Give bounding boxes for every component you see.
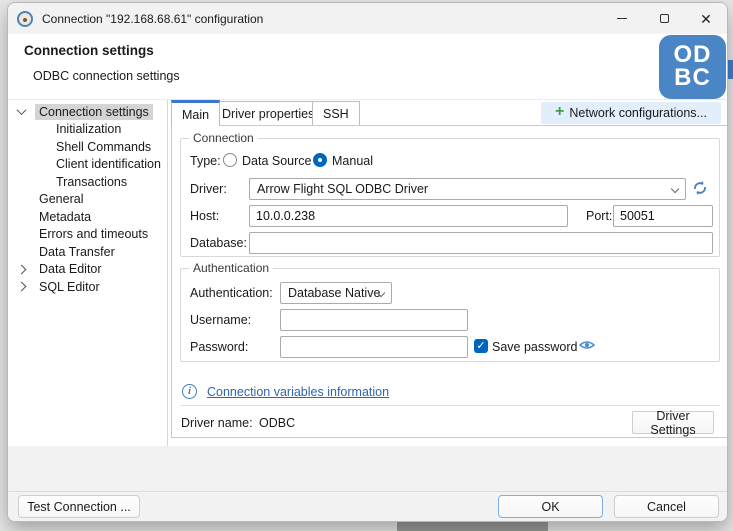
refresh-driver-icon[interactable] [691, 179, 709, 197]
username-label: Username: [190, 313, 251, 327]
database-label: Database: [190, 236, 247, 250]
save-password-checkbox[interactable]: ✓ [474, 339, 488, 353]
main-tab-panel: Connection Type: Data Source Manual Driv… [171, 125, 728, 438]
variables-link-row: i Connection variables information [182, 384, 389, 399]
connection-group: Connection Type: Data Source Manual Driv… [180, 138, 720, 257]
radio-manual[interactable] [313, 153, 327, 167]
save-password-label[interactable]: Save password [492, 340, 577, 354]
sidebar-item-initialization[interactable]: Initialization [8, 121, 167, 139]
password-reveal-icon[interactable] [578, 337, 596, 353]
tree-item-label: SQL Editor [35, 279, 104, 295]
authentication-group: Authentication Authentication: Database … [180, 268, 720, 362]
tree-item-label: Data Editor [35, 261, 106, 277]
cancel-button[interactable]: Cancel [614, 495, 719, 518]
tab-label: SSH [323, 107, 349, 121]
driver-combo[interactable]: Arrow Flight SQL ODBC Driver [249, 178, 686, 200]
close-icon: ✕ [700, 12, 712, 26]
driver-name-label: Driver name: [181, 416, 253, 430]
sidebar-item-transactions[interactable]: Transactions [8, 173, 167, 191]
connection-configuration-dialog: Connection "192.168.68.61" configuration… [7, 2, 728, 522]
tree-item-label: Data Transfer [35, 244, 119, 260]
port-label: Port: [586, 209, 612, 223]
tab-driver-properties[interactable]: Driver properties [211, 101, 325, 125]
host-label: Host: [190, 209, 219, 223]
sidebar-divider [167, 100, 168, 446]
background-artifact [397, 522, 548, 531]
tree-item-label: General [35, 191, 87, 207]
dialog-footer: Test Connection ... OK Cancel [8, 446, 727, 522]
panel-divider [180, 405, 720, 406]
network-configurations-button[interactable]: + Network configurations... [541, 102, 721, 124]
database-input[interactable] [249, 232, 713, 254]
sidebar-item-connection-settings[interactable]: Connection settings [8, 103, 167, 121]
sidebar-item-errors-and-timeouts[interactable]: Errors and timeouts [8, 226, 167, 244]
tab-label: Main [182, 108, 209, 122]
driver-name-value: ODBC [259, 416, 295, 430]
ok-button[interactable]: OK [498, 495, 603, 518]
radio-manual-label[interactable]: Manual [332, 154, 373, 168]
connection-variables-link[interactable]: Connection variables information [207, 385, 389, 399]
tree-item-label: Transactions [52, 174, 131, 190]
password-input[interactable] [280, 336, 468, 358]
authentication-combo-value: Database Native [288, 286, 380, 300]
test-connection-button[interactable]: Test Connection ... [18, 495, 140, 518]
title-bar[interactable]: Connection "192.168.68.61" configuration… [8, 3, 727, 34]
radio-data-source-label[interactable]: Data Source [242, 154, 311, 168]
authentication-label: Authentication: [190, 286, 273, 300]
dbeaver-app-icon [17, 11, 33, 27]
chevron-collapsed-icon[interactable] [17, 264, 27, 274]
driver-combo-value: Arrow Flight SQL ODBC Driver [257, 182, 428, 196]
tree-item-label: Errors and timeouts [35, 226, 152, 242]
odbc-logo-line2: BC [674, 67, 711, 90]
tab-ssh[interactable]: SSH [312, 101, 360, 125]
footer-divider [8, 491, 727, 492]
driver-label: Driver: [190, 182, 227, 196]
sidebar-item-data-transfer[interactable]: Data Transfer [8, 243, 167, 261]
window-title: Connection "192.168.68.61" configuration [42, 12, 601, 26]
sidebar-item-sql-editor[interactable]: SQL Editor [8, 278, 167, 296]
dialog-header: Connection settings ODBC connection sett… [8, 34, 727, 100]
maximize-icon [660, 14, 669, 23]
tree-item-label: Metadata [35, 209, 95, 225]
connection-group-label: Connection [189, 131, 258, 145]
port-input[interactable] [613, 205, 713, 227]
tab-label: Driver properties [222, 107, 314, 121]
sidebar-item-metadata[interactable]: Metadata [8, 208, 167, 226]
authentication-group-label: Authentication [189, 261, 273, 275]
info-icon: i [182, 384, 197, 399]
odbc-logo: OD BC [659, 35, 726, 99]
radio-data-source[interactable] [223, 153, 237, 167]
tab-main[interactable]: Main [171, 100, 220, 126]
plus-icon: + [555, 104, 564, 120]
chevron-collapsed-icon[interactable] [17, 282, 27, 292]
close-button[interactable]: ✕ [685, 3, 727, 34]
dialog-body: Connection settings Initialization Shell… [8, 100, 727, 446]
settings-tree: Connection settings Initialization Shell… [8, 103, 167, 296]
type-label: Type: [190, 154, 221, 168]
sidebar-item-client-identification[interactable]: Client identification [8, 156, 167, 174]
minimize-icon [617, 18, 627, 19]
chevron-expanded-icon[interactable] [17, 105, 27, 115]
network-configurations-label: Network configurations... [569, 106, 707, 120]
page-subtitle: ODBC connection settings [33, 69, 180, 83]
sidebar-item-shell-commands[interactable]: Shell Commands [8, 138, 167, 156]
sidebar-item-general[interactable]: General [8, 191, 167, 209]
host-input[interactable] [249, 205, 568, 227]
tree-item-label: Initialization [52, 121, 125, 137]
tree-item-label: Client identification [52, 156, 165, 172]
tree-item-label: Shell Commands [52, 139, 155, 155]
sidebar-item-data-editor[interactable]: Data Editor [8, 261, 167, 279]
minimize-button[interactable] [601, 3, 643, 34]
authentication-combo[interactable]: Database Native [280, 282, 392, 304]
username-input[interactable] [280, 309, 468, 331]
password-label: Password: [190, 340, 248, 354]
driver-settings-button[interactable]: Driver Settings [632, 411, 714, 434]
tree-item-label: Connection settings [35, 104, 153, 120]
page-title: Connection settings [24, 43, 154, 58]
chevron-down-icon [671, 185, 679, 193]
maximize-button[interactable] [643, 3, 685, 34]
